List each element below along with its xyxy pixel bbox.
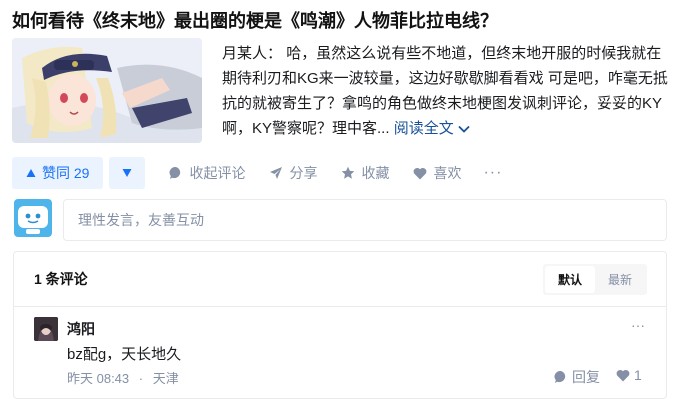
comments-header: 1 条评论 默认 最新 (14, 252, 666, 307)
upvote-button[interactable]: 赞同 29 (12, 157, 104, 189)
like-label: 喜欢 (433, 165, 462, 181)
like-button[interactable]: 喜欢 (413, 163, 461, 183)
comment-location: 天津 (152, 371, 179, 386)
comment-meta: 昨天 08:43 · 天津 (67, 368, 179, 387)
answer-excerpt[interactable]: 月某人： 哈，虽然这么说有些不地道，但终末地开服的时候我就在期待利刃和KG来一波… (222, 41, 670, 141)
comment-input-placeholder: 理性发言，友善互动 (78, 212, 204, 228)
downvote-button[interactable] (109, 157, 146, 189)
author-separator: ： (267, 45, 283, 62)
anime-girl-illustration (12, 38, 202, 143)
comments-panel: 1 条评论 默认 最新 鸿阳 ··· bz配g，天长地久 昨天 08:43 · … (13, 251, 667, 399)
comment-like-button[interactable]: 1 (616, 367, 642, 383)
paper-plane-icon (270, 167, 283, 179)
answer-actions: 赞同 29 收起评论 分享 收藏 喜欢 ··· (12, 157, 502, 189)
question-title[interactable]: 如何看待《终末地》最出圈的梗是《鸣潮》人物菲比拉电线？ (12, 9, 498, 33)
comment-count: 1 条评论 (34, 271, 88, 287)
comment-input[interactable]: 理性发言，友善互动 (63, 199, 667, 241)
comment-bubble-icon (170, 166, 181, 179)
comment-like-count: 1 (634, 367, 642, 383)
collapse-comments-label: 收起评论 (189, 165, 246, 181)
current-user-avatar[interactable] (14, 199, 52, 237)
commenter-avatar[interactable] (34, 317, 58, 341)
collect-label: 收藏 (361, 165, 390, 181)
comment-bubble-icon (554, 370, 566, 383)
commenter-name[interactable]: 鸿阳 (67, 319, 95, 339)
collapse-comments-button[interactable]: 收起评论 (169, 163, 245, 183)
comment-meta-dot: · (138, 371, 144, 386)
answer-author[interactable]: 月某人 (222, 45, 267, 62)
collect-button[interactable]: 收藏 (341, 163, 389, 183)
comment-more-icon[interactable]: ··· (631, 317, 645, 333)
read-more-label: 阅读全文 (393, 120, 454, 137)
comment-text: bz配g，天长地久 (67, 346, 182, 363)
chevron-down-icon (458, 125, 470, 133)
share-button[interactable]: 分享 (269, 163, 317, 183)
heart-icon (414, 167, 427, 179)
read-more-link[interactable]: 阅读全文 (394, 120, 470, 137)
answer-thumbnail[interactable] (12, 38, 202, 143)
triangle-down-icon (122, 169, 132, 177)
star-icon (342, 166, 355, 179)
reply-label: 回复 (572, 369, 600, 385)
sort-default-tab[interactable]: 默认 (544, 265, 595, 293)
default-avatar-icon (14, 199, 52, 237)
upvote-label: 赞同 29 (42, 165, 90, 181)
avatar-image (34, 317, 58, 341)
more-options-icon[interactable]: ··· (483, 164, 502, 182)
heart-icon (616, 369, 630, 381)
share-label: 分享 (289, 165, 318, 181)
comment-time: 昨天 08:43 (67, 371, 130, 386)
comment-sort-toggle: 默认 最新 (542, 263, 647, 295)
reply-button[interactable]: 回复 (554, 367, 600, 387)
sort-latest-tab[interactable]: 最新 (595, 266, 645, 293)
triangle-up-icon (26, 169, 36, 177)
